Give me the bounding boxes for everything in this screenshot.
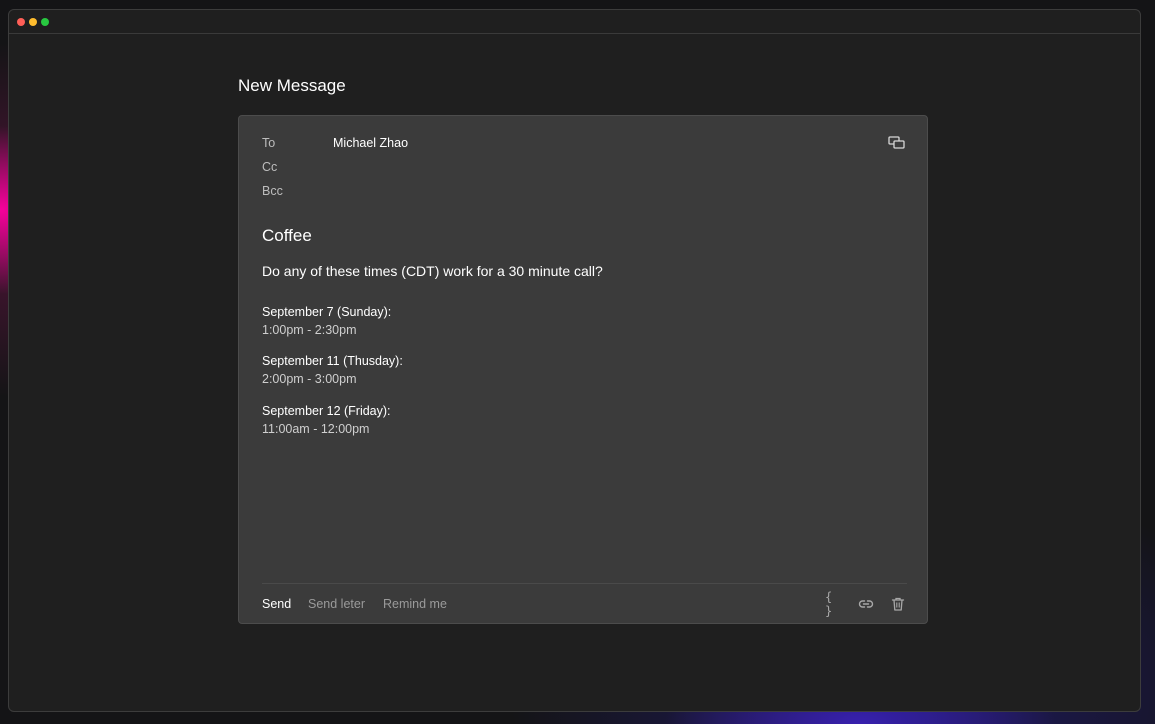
remind-me-button[interactable]: Remind me	[383, 597, 447, 611]
maximize-window-button[interactable]	[41, 18, 49, 26]
bcc-field[interactable]: Bcc	[262, 184, 283, 198]
subject-field[interactable]: Coffee	[262, 226, 312, 246]
trash-icon[interactable]	[889, 595, 907, 613]
slot-time: 2:00pm - 3:00pm	[262, 372, 357, 386]
slot-time: 11:00am - 12:00pm	[262, 422, 370, 436]
to-label: To	[262, 136, 276, 150]
app-window: New Message To Michael Zhao Cc Bcc Coffe…	[8, 9, 1141, 712]
braces-icon[interactable]: { }	[825, 590, 843, 618]
minimize-window-button[interactable]	[29, 18, 37, 26]
send-later-button[interactable]: Send leter	[308, 597, 365, 611]
popout-icon[interactable]	[888, 136, 906, 150]
toolbar-divider	[262, 583, 907, 584]
slot-time: 1:00pm - 2:30pm	[262, 323, 357, 337]
slot-date: September 12 (Friday):	[262, 404, 391, 418]
slot-date: September 11 (Thusday):	[262, 354, 403, 368]
to-recipient-field[interactable]: Michael Zhao	[333, 136, 408, 150]
title-bar	[9, 10, 1140, 34]
send-button[interactable]: Send	[262, 597, 291, 611]
cc-field[interactable]: Cc	[262, 160, 277, 174]
body-question[interactable]: Do any of these times (CDT) work for a 3…	[262, 263, 603, 279]
link-icon[interactable]	[857, 595, 875, 613]
time-slot: September 12 (Friday): 11:00am - 12:00pm	[262, 404, 391, 436]
close-window-button[interactable]	[17, 18, 25, 26]
time-slot: September 11 (Thusday): 2:00pm - 3:00pm	[262, 354, 403, 386]
compose-card: To Michael Zhao Cc Bcc Coffee Do any of …	[238, 115, 928, 624]
compose-title: New Message	[238, 76, 346, 95]
slot-date: September 7 (Sunday):	[262, 305, 392, 319]
time-slot: September 7 (Sunday): 1:00pm - 2:30pm	[262, 305, 391, 337]
